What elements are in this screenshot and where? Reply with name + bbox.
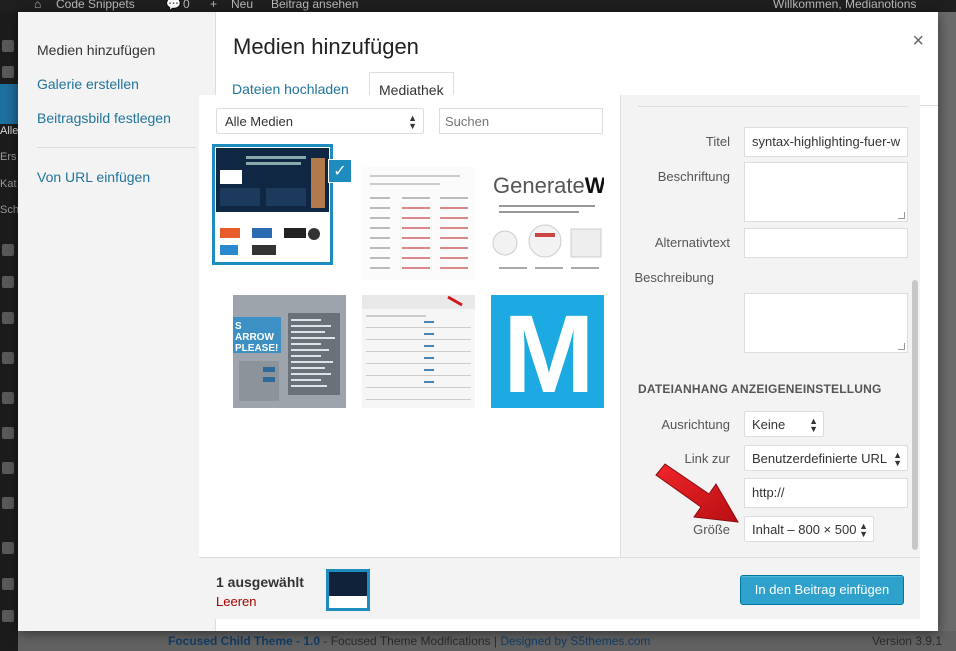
alt-text-label: Alternativtext bbox=[654, 235, 730, 250]
alignment-select[interactable]: Keine ▲ ▼ bbox=[744, 411, 824, 437]
thumbnail-image bbox=[329, 596, 367, 608]
updown-arrow-icon: ▲ ▼ bbox=[893, 450, 902, 468]
caption-label: Beschriftung bbox=[657, 169, 730, 184]
footer-theme-link[interactable]: Focused Child Theme - 1.0 bbox=[168, 634, 320, 648]
admin-view-post[interactable]: Beitrag ansehen bbox=[271, 0, 358, 11]
users-icon[interactable] bbox=[2, 427, 14, 439]
size-value: Inhalt – 800 × 500 bbox=[752, 522, 857, 537]
admin-bar: ⌂ Code Snippets 💬 0 + Neu Beitrag ansehe… bbox=[0, 0, 956, 12]
admin-site-name[interactable]: Code Snippets bbox=[56, 0, 135, 11]
alignment-label: Ausrichtung bbox=[661, 417, 730, 432]
attachment-thumbnail[interactable] bbox=[212, 144, 333, 265]
caption-field[interactable] bbox=[744, 162, 908, 222]
close-icon[interactable]: × bbox=[912, 30, 924, 53]
admin-sidebar: Alle Ers Kat Sch bbox=[0, 12, 19, 651]
comment-count[interactable]: 0 bbox=[183, 0, 190, 11]
media-icon[interactable] bbox=[2, 244, 14, 256]
comment-icon[interactable]: 💬 bbox=[166, 0, 181, 11]
selection-count: 1 ausgewählt bbox=[216, 574, 304, 590]
admin-menu-label[interactable]: Ers bbox=[0, 151, 17, 163]
admin-menu-label[interactable]: Kat bbox=[0, 178, 17, 190]
checkmark-icon[interactable]: ✓ bbox=[328, 159, 352, 183]
thumbnail-art bbox=[220, 156, 325, 255]
link-to-select[interactable]: Benutzerdefinierte URL ▲ ▼ bbox=[744, 445, 908, 471]
pages-icon[interactable] bbox=[2, 276, 14, 288]
updown-arrow-icon: ▲ ▼ bbox=[408, 113, 417, 131]
attachment-thumbnail[interactable] bbox=[362, 295, 475, 408]
collapse-icon[interactable] bbox=[2, 610, 14, 622]
size-select[interactable]: Inhalt – 800 × 500 ▲ ▼ bbox=[744, 516, 874, 542]
comments-icon[interactable] bbox=[2, 312, 14, 324]
clear-selection-link[interactable]: Leeren bbox=[216, 594, 256, 609]
admin-footer: Focused Child Theme - 1.0 - Focused Them… bbox=[18, 631, 956, 651]
plugin-icon[interactable] bbox=[2, 542, 14, 554]
menu-item-add-media[interactable]: Medien hinzufügen bbox=[37, 42, 155, 58]
media-filter-value: Alle Medien bbox=[225, 114, 293, 129]
plus-icon[interactable]: + bbox=[210, 0, 217, 11]
description-field[interactable] bbox=[744, 293, 908, 353]
sidebar-scrollbar-thumb[interactable] bbox=[912, 280, 918, 550]
title-field[interactable]: syntax-highlighting-fuer-w bbox=[744, 127, 908, 157]
attachments-browser: Alle Medien ▲▼ ✓ bbox=[199, 95, 620, 557]
dashboard-icon[interactable] bbox=[2, 40, 14, 52]
menu-item-featured-image[interactable]: Beitragsbild festlegen bbox=[37, 110, 171, 126]
updown-arrow-icon: ▲ ▼ bbox=[859, 521, 868, 539]
description-label: Beschreibung bbox=[634, 270, 715, 285]
admin-greeting[interactable]: Willkommen, Medianotions bbox=[773, 0, 916, 11]
thumbnail-art bbox=[239, 319, 335, 401]
pin-icon[interactable] bbox=[2, 66, 14, 78]
attachment-thumbnail[interactable] bbox=[362, 167, 475, 280]
settings-icon[interactable] bbox=[2, 497, 14, 509]
search-input[interactable] bbox=[439, 108, 603, 134]
menu-item-insert-from-url[interactable]: Von URL einfügen bbox=[37, 169, 150, 185]
alt-text-field[interactable] bbox=[744, 228, 908, 258]
link-to-value: Benutzerdefinierte URL bbox=[752, 451, 888, 466]
link-url-field[interactable]: http:// bbox=[744, 478, 908, 508]
modal-title: Medien hinzufügen bbox=[233, 34, 419, 59]
admin-menu-label[interactable]: Sch bbox=[0, 204, 19, 216]
menu-item-create-gallery[interactable]: Galerie erstellen bbox=[37, 76, 139, 92]
media-menu: Medien hinzufügen Galerie erstellen Beit… bbox=[18, 12, 216, 631]
admin-menu-label[interactable]: Alle bbox=[0, 125, 18, 137]
footer-version: Version 3.9.1 bbox=[871, 634, 942, 648]
updown-arrow-icon: ▲ ▼ bbox=[809, 416, 818, 434]
attachment-details: Titel syntax-highlighting-fuer-w Beschri… bbox=[620, 95, 920, 557]
tools-icon[interactable] bbox=[2, 462, 14, 474]
footer-designer-link[interactable]: Designed by S5themes.com bbox=[500, 634, 650, 648]
media-toolbar: 1 ausgewählt Leeren In den Beitrag einfü… bbox=[199, 557, 920, 619]
gear-icon[interactable] bbox=[2, 578, 14, 590]
size-label: Größe bbox=[693, 522, 730, 537]
thumbnail-art bbox=[362, 295, 475, 400]
attachment-thumbnail[interactable]: S ARROW PLEASE! bbox=[233, 295, 346, 408]
appearance-icon[interactable] bbox=[2, 352, 14, 364]
menu-separator bbox=[37, 147, 196, 148]
attachment-thumbnail[interactable]: GenerateW bbox=[491, 167, 604, 280]
attachment-thumbnail[interactable]: M bbox=[491, 295, 604, 408]
title-label: Titel bbox=[705, 134, 730, 149]
admin-new[interactable]: Neu bbox=[231, 0, 253, 11]
plugins-icon[interactable] bbox=[2, 392, 14, 404]
admin-menu-active bbox=[0, 84, 18, 124]
link-to-label: Link zur bbox=[684, 451, 730, 466]
details-divider bbox=[638, 106, 908, 107]
footer-text: - Focused Theme Modifications | bbox=[320, 634, 501, 648]
alignment-value: Keine bbox=[752, 417, 786, 432]
selected-thumbnail[interactable] bbox=[326, 569, 370, 611]
insert-into-post-button[interactable]: In den Beitrag einfügen bbox=[740, 575, 904, 605]
media-filter-select[interactable]: Alle Medien ▲ ▼ bbox=[216, 108, 424, 134]
thumbnail-letter: M bbox=[503, 295, 595, 409]
thumbnail-art bbox=[370, 197, 468, 269]
home-icon[interactable]: ⌂ bbox=[34, 0, 41, 11]
display-settings-heading: DATEIANHANG ANZEIGENEINSTELLUNG bbox=[638, 382, 882, 396]
thumbnail-art bbox=[492, 205, 602, 269]
